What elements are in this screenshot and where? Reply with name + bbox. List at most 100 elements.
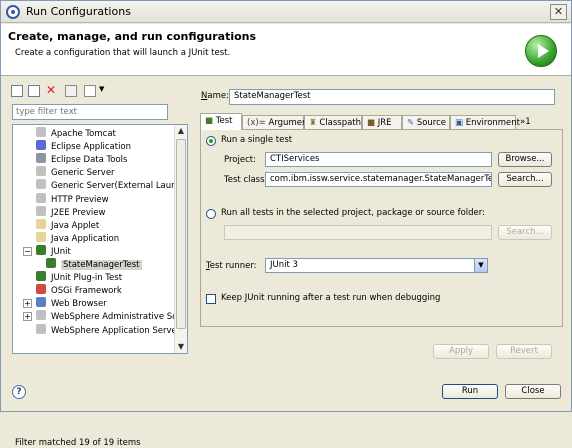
- tree-item[interactable]: J2EE Preview: [36, 205, 106, 219]
- configuration-icon: [36, 297, 46, 308]
- search-class-button[interactable]: Search...: [498, 172, 552, 187]
- configuration-tree: Apache Tomcat Eclipse Application Eclipse …: [12, 124, 188, 354]
- tree-item-label: StateManagerTest: [61, 260, 142, 270]
- test-runner-select[interactable]: JUnit 3 ▼: [265, 258, 488, 273]
- tree-item-label: WebSphere Application Server v6: [51, 325, 188, 336]
- collapse-all-icon[interactable]: [65, 85, 77, 97]
- tree-item[interactable]: Java Application: [36, 231, 120, 245]
- junit-icon: [46, 258, 56, 268]
- tree-item[interactable]: WebSphere Administrative Script: [36, 310, 188, 323]
- tree-item[interactable]: WebSphere Application Server v6: [36, 323, 188, 337]
- new-configuration-icon[interactable]: [11, 85, 23, 97]
- tree-item[interactable]: Java Applet: [36, 218, 100, 232]
- configuration-icon: [36, 310, 46, 321]
- run-all-tests-label: Run all tests in the selected project, p…: [221, 208, 485, 218]
- test-class-label: Test class:: [224, 175, 268, 185]
- tree-item[interactable]: Apache Tomcat: [36, 127, 116, 140]
- tab-classpath[interactable]: ♜ Classpath: [304, 115, 362, 130]
- tab-jre[interactable]: ■ JRE: [362, 115, 402, 130]
- run-all-tests-radio[interactable]: [206, 209, 216, 219]
- search-folder-button[interactable]: Search...: [498, 225, 552, 240]
- filter-configurations-icon[interactable]: [84, 85, 96, 97]
- tree-item[interactable]: Eclipse Application: [36, 140, 131, 153]
- tree-item[interactable]: Generic Server(External Launch): [36, 179, 188, 192]
- tree-item-label: WebSphere Administrative Script: [51, 312, 188, 323]
- tree-item-label: J2EE Preview: [51, 207, 106, 218]
- keep-running-label: Keep JUnit running after a test run when…: [221, 293, 441, 303]
- tree-vertical-scrollbar[interactable]: ▲ ▼: [174, 125, 187, 353]
- configuration-icon: [36, 153, 46, 164]
- tree-item[interactable]: JUnit: [36, 244, 71, 258]
- test-class-field[interactable]: com.ibm.issw.service.statemanager.StateM…: [265, 172, 492, 187]
- tab-source[interactable]: ✎ Source: [402, 115, 450, 130]
- junit-icon: [36, 271, 46, 282]
- help-icon[interactable]: ?: [12, 385, 26, 399]
- test-tab-panel: Run a single test Project: CTIServices B…: [200, 129, 563, 327]
- close-button[interactable]: Close: [505, 384, 561, 399]
- keep-running-checkbox[interactable]: [206, 294, 216, 304]
- window-title: Run Configurations: [26, 5, 131, 18]
- configuration-icon: [36, 323, 46, 334]
- configuration-icon: [36, 284, 46, 295]
- tree-item-label: Generic Server(External Launch): [51, 181, 188, 192]
- scroll-up-icon[interactable]: ▲: [175, 125, 187, 137]
- tree-item-label: Eclipse Application: [51, 142, 132, 153]
- tree-item[interactable]: HTTP Preview: [36, 192, 109, 206]
- configuration-list-pane: ✕ ▼ Apache Tomcat Eclipse Application Ecli…: [7, 83, 189, 448]
- tree-item[interactable]: Generic Server: [36, 166, 115, 179]
- tree-item[interactable]: StateManagerTest: [46, 258, 142, 271]
- project-field[interactable]: CTIServices: [265, 152, 492, 167]
- name-label: Name:: [201, 91, 229, 101]
- configuration-icon: [36, 205, 46, 216]
- tree-item[interactable]: JUnit Plug-in Test: [36, 271, 122, 284]
- run-button[interactable]: Run: [442, 384, 498, 399]
- tree-item-label: Java Application: [51, 233, 120, 244]
- configuration-name-input[interactable]: StateManagerTest: [229, 89, 555, 105]
- filter-status: Filter matched 19 of 19 items: [15, 438, 141, 448]
- more-tabs-button[interactable]: »1: [516, 115, 536, 130]
- source-folder-field[interactable]: [224, 225, 492, 240]
- collapse-icon[interactable]: −: [23, 246, 32, 256]
- scroll-down-icon[interactable]: ▼: [175, 341, 187, 353]
- banner-description: Create a configuration that will launch …: [15, 48, 231, 58]
- browse-button[interactable]: Browse...: [498, 152, 552, 167]
- tab-test[interactable]: ■ Test: [200, 113, 242, 130]
- test-runner-label: Test runner:: [206, 261, 257, 271]
- config-toolbar: ✕ ▼: [7, 83, 189, 101]
- configuration-icon: [36, 192, 46, 203]
- run-icon: [525, 35, 557, 67]
- title-bar: Run Configurations ✕: [1, 1, 571, 23]
- tab-arguments[interactable]: (x)= Arguments: [242, 115, 315, 130]
- run-single-test-radio[interactable]: [206, 136, 216, 146]
- revert-button[interactable]: Revert: [496, 344, 552, 359]
- tree-item-label: Apache Tomcat: [51, 129, 116, 139]
- run-configurations-dialog: Run Configurations ✕ Create, manage, and…: [0, 0, 572, 448]
- tree-item[interactable]: Web Browser: [36, 297, 107, 310]
- tree-item-label: JUnit Plug-in Test: [51, 273, 123, 284]
- test-runner-value: JUnit 3: [270, 260, 298, 270]
- editor-tabs: ■ Test (x)= Arguments ♜ Classpath ■ JRE …: [200, 113, 563, 130]
- apply-button[interactable]: Apply: [433, 344, 489, 359]
- junit-icon: [36, 244, 46, 255]
- duplicate-configuration-icon[interactable]: [28, 85, 40, 97]
- expand-icon[interactable]: +: [23, 312, 32, 322]
- banner-title: Create, manage, and run configurations: [8, 30, 257, 43]
- run-single-test-label: Run a single test: [221, 135, 293, 145]
- expand-icon[interactable]: +: [23, 299, 32, 309]
- configuration-icon: [36, 140, 46, 151]
- configuration-icon: [36, 231, 46, 242]
- tab-environment[interactable]: ▣ Environment: [450, 115, 520, 130]
- configuration-icon: [36, 166, 46, 177]
- tree-item[interactable]: OSGi Framework: [36, 284, 122, 297]
- scroll-thumb[interactable]: [176, 139, 186, 329]
- chevron-down-icon[interactable]: ▼: [99, 85, 104, 93]
- tree-item-label: OSGi Framework: [51, 286, 122, 297]
- delete-configuration-icon[interactable]: ✕: [46, 83, 56, 97]
- close-window-button[interactable]: ✕: [550, 4, 567, 20]
- tree-item-label: Generic Server: [51, 168, 115, 179]
- configuration-icon: [36, 179, 46, 190]
- tree-item[interactable]: Eclipse Data Tools: [36, 153, 127, 166]
- tree-item-label: Java Applet: [51, 220, 100, 231]
- chevron-down-icon[interactable]: ▼: [474, 259, 487, 272]
- filter-input[interactable]: [12, 104, 168, 120]
